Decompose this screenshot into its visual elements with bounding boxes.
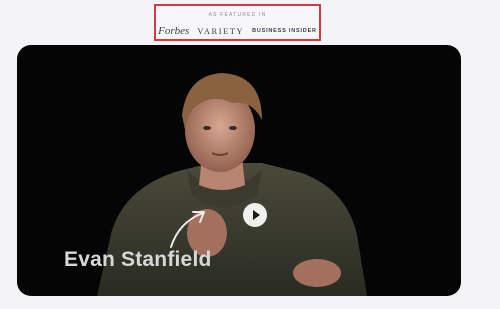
- play-button[interactable]: [243, 203, 267, 227]
- play-icon: [252, 210, 260, 220]
- business-insider-logo: BUSINESS INSIDER: [252, 28, 317, 34]
- as-featured-in-box: AS FEATURED IN Forbes VARIETY BUSINESS I…: [154, 4, 321, 41]
- forbes-logo: Forbes: [158, 25, 190, 37]
- press-logos: Forbes VARIETY BUSINESS INSIDER: [156, 25, 319, 37]
- variety-logo: VARIETY: [197, 26, 245, 36]
- speaker-name-overlay: Evan Stanfield: [64, 248, 212, 271]
- featured-caption: AS FEATURED IN: [208, 12, 267, 18]
- video-player[interactable]: Evan Stanfield: [17, 45, 461, 296]
- arrow-annotation-icon: [170, 211, 205, 248]
